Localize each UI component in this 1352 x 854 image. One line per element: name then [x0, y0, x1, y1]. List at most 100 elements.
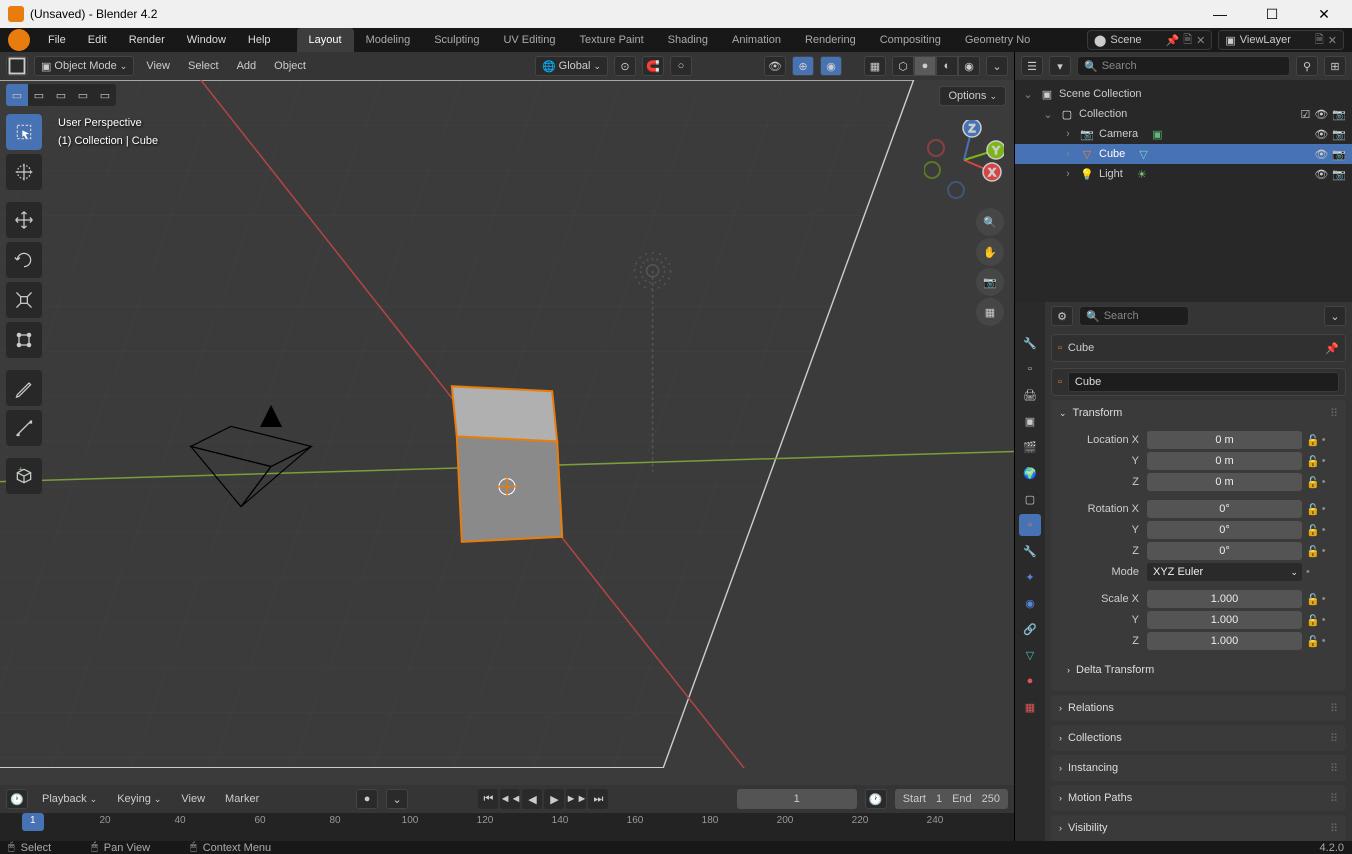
minimize-button[interactable]: — [1200, 0, 1240, 28]
panel-header-transform[interactable]: ⌄ Transform ⠿ [1051, 400, 1346, 426]
menu-render[interactable]: Render [119, 29, 175, 51]
workspace-texture[interactable]: Texture Paint [567, 28, 655, 52]
workspace-compositing[interactable]: Compositing [868, 28, 953, 52]
location-z[interactable]: 0 m [1147, 473, 1302, 491]
menu-edit[interactable]: Edit [78, 29, 117, 51]
exclude-checkbox[interactable]: ☑ [1300, 108, 1310, 121]
workspace-rendering[interactable]: Rendering [793, 28, 868, 52]
lock-icon[interactable]: 🔓 [1306, 503, 1320, 516]
tab-data[interactable]: ▽ [1019, 644, 1041, 666]
panel-header[interactable]: ›Collections⠿ [1051, 725, 1346, 751]
tab-world[interactable]: 🌍 [1019, 462, 1041, 484]
lock-icon[interactable]: 🔓 [1306, 614, 1320, 627]
keyframe-next-icon[interactable]: ►► [566, 789, 586, 809]
workspace-uv[interactable]: UV Editing [491, 28, 567, 52]
eye-icon[interactable]: 👁 [1314, 148, 1328, 161]
eye-icon[interactable]: 👁 [1314, 168, 1328, 181]
render-icon[interactable]: 📷 [1332, 108, 1346, 121]
delete-viewlayer-icon[interactable]: ✕ [1328, 34, 1337, 47]
autokey-toggle[interactable]: ● [356, 789, 378, 809]
panel-header[interactable]: ›Visibility⠿ [1051, 815, 1346, 841]
tab-constraints[interactable]: 🔗 [1019, 618, 1041, 640]
drag-icon[interactable]: ⠿ [1330, 407, 1338, 420]
jump-start-icon[interactable]: ⏮ [478, 789, 498, 809]
outliner-item-light[interactable]: › 💡 Light ☀ 👁📷 [1015, 164, 1352, 184]
viewport-3d[interactable]: ▭ ▭ ▭ ▭ ▭ + User Perspective (1) Collect… [0, 80, 1014, 785]
filter-icon[interactable]: ⚲ [1296, 56, 1318, 76]
outliner-display-mode[interactable]: ☰ [1021, 56, 1043, 76]
jump-end-icon[interactable]: ⏭ [588, 789, 608, 809]
panel-header[interactable]: ›Relations⠿ [1051, 695, 1346, 721]
lock-icon[interactable]: 🔓 [1306, 593, 1320, 606]
panel-delta-transform[interactable]: ›Delta Transform [1059, 657, 1338, 683]
outliner-item-camera[interactable]: › 📷 Camera ▣ 👁📷 [1015, 124, 1352, 144]
eye-icon[interactable]: 👁 [1314, 128, 1328, 141]
timeline-marker[interactable]: Marker [219, 789, 265, 809]
shading-solid[interactable]: ● [914, 56, 936, 76]
drag-icon[interactable]: ⠿ [1330, 732, 1338, 745]
pin-icon[interactable]: 📌 [1166, 34, 1180, 47]
tab-modifiers[interactable]: 🔧 [1019, 540, 1041, 562]
shading-material[interactable]: ◐ [936, 56, 958, 76]
perspective-toggle-icon[interactable]: ▦ [976, 298, 1004, 326]
tool-cursor[interactable] [6, 154, 42, 190]
scale-y[interactable]: 1.000 [1147, 611, 1302, 629]
gizmo-toggle[interactable]: ⊕ [792, 56, 814, 76]
menu-file[interactable]: File [38, 29, 76, 51]
timeline-editor-type[interactable]: 🕐 [6, 789, 28, 809]
camera-view-icon[interactable]: 📷 [976, 268, 1004, 296]
xray-toggle[interactable]: ▦ [864, 56, 886, 76]
select-intersect[interactable]: ▭ [94, 84, 116, 106]
tool-measure[interactable] [6, 410, 42, 446]
select-extend[interactable]: ▭ [28, 84, 50, 106]
workspace-sculpting[interactable]: Sculpting [422, 28, 491, 52]
lock-icon[interactable]: 🔓 [1306, 524, 1320, 537]
tool-rotate[interactable] [6, 242, 42, 278]
timeline-playback[interactable]: Playback ⌄ [36, 789, 103, 809]
tool-select-box[interactable] [6, 114, 42, 150]
rotation-z[interactable]: 0° [1147, 542, 1302, 560]
frame-lock-icon[interactable]: 🕐 [865, 789, 887, 809]
outliner-collection[interactable]: ⌄ ▢ Collection ☑ 👁 📷 [1015, 104, 1352, 124]
rotation-x[interactable]: 0° [1147, 500, 1302, 518]
close-button[interactable]: ✕ [1304, 0, 1344, 28]
zoom-icon[interactable]: 🔍 [976, 208, 1004, 236]
props-search[interactable]: 🔍 Search [1079, 306, 1189, 326]
tab-object[interactable]: ▫ [1019, 514, 1041, 536]
pan-icon[interactable]: ✋ [976, 238, 1004, 266]
panel-header[interactable]: ›Instancing⠿ [1051, 755, 1346, 781]
lock-icon[interactable]: 🔓 [1306, 545, 1320, 558]
chevron-right-icon[interactable]: › [1061, 168, 1075, 180]
location-x[interactable]: 0 m [1147, 431, 1302, 449]
new-viewlayer-icon[interactable]: 🗎 [1315, 31, 1324, 50]
select-subtract[interactable]: ▭ [50, 84, 72, 106]
new-collection-icon[interactable]: ⊞ [1324, 56, 1346, 76]
keyframe-prev-icon[interactable]: ◄◄ [500, 789, 520, 809]
outliner-scene-collection[interactable]: ⌄ ▣ Scene Collection [1015, 84, 1352, 104]
rotation-y[interactable]: 0° [1147, 521, 1302, 539]
timeline-view[interactable]: View [175, 789, 211, 809]
chevron-right-icon[interactable]: › [1061, 148, 1075, 160]
menu-view[interactable]: View [140, 56, 176, 76]
tool-annotate[interactable] [6, 370, 42, 406]
lock-icon[interactable]: 🔓 [1306, 434, 1320, 447]
workspace-geometry[interactable]: Geometry No [953, 28, 1042, 52]
viewport-options[interactable]: Options ⌄ [939, 86, 1006, 106]
render-icon[interactable]: 📷 [1332, 128, 1346, 141]
start-frame[interactable]: 1 [936, 789, 942, 809]
shading-wireframe[interactable]: ⬡ [892, 56, 914, 76]
light-data-icon[interactable]: ☀ [1137, 168, 1147, 181]
workspace-layout[interactable]: Layout [297, 28, 354, 52]
menu-help[interactable]: Help [238, 29, 281, 51]
camera-data-icon[interactable]: ▣ [1152, 128, 1162, 141]
tab-scene[interactable]: 🎬 [1019, 436, 1041, 458]
tool-scale[interactable] [6, 282, 42, 318]
timeline-keying[interactable]: Keying ⌄ [111, 789, 167, 809]
overlay-toggle[interactable]: ◉ [820, 56, 842, 76]
workspace-modeling[interactable]: Modeling [354, 28, 423, 52]
timeline-track[interactable]: 1 20 40 60 80 100 120 140 160 180 200 22… [0, 813, 1014, 841]
tab-particles[interactable]: ✦ [1019, 566, 1041, 588]
autokey-dropdown[interactable]: ⌄ [386, 789, 408, 809]
tab-physics[interactable]: ◉ [1019, 592, 1041, 614]
location-y[interactable]: 0 m [1147, 452, 1302, 470]
